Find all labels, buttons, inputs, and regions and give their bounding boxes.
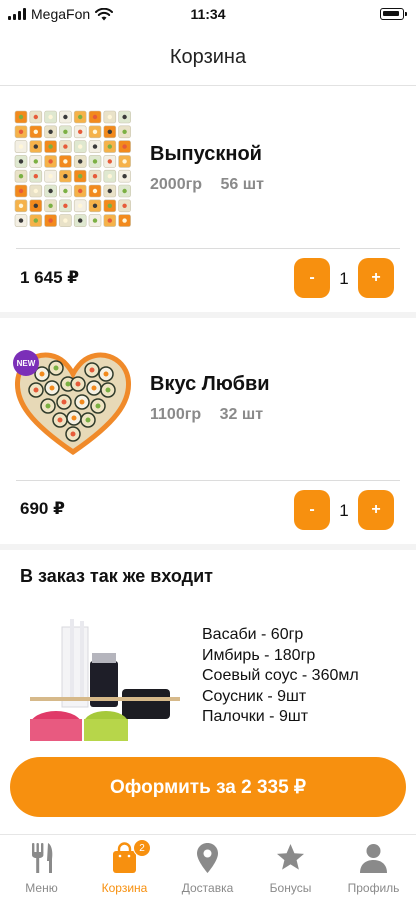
product-meta: 2000гр 56 шт: [150, 176, 278, 194]
extras-list: Васаби - 60гр Имбирь - 180гр Соевый соус…: [202, 625, 359, 728]
divider: [16, 248, 400, 249]
quantity-value: 1: [339, 501, 349, 520]
tab-profile[interactable]: Профиль: [332, 835, 415, 900]
tab-label: Профиль: [347, 881, 400, 895]
extras-image: [0, 615, 190, 741]
quantity-value: 1: [339, 269, 349, 288]
product-meta: 1100гр 32 шт: [150, 406, 277, 424]
cart-count-badge: 2: [133, 839, 151, 857]
tab-label: Меню: [25, 881, 58, 895]
tab-delivery[interactable]: Доставка: [166, 835, 249, 900]
product-name[interactable]: Выпускной: [150, 143, 262, 166]
divider: [16, 480, 400, 481]
decrease-quantity-button[interactable]: -: [294, 258, 330, 298]
new-badge: NEW: [13, 350, 39, 376]
product-pieces: 32 шт: [219, 406, 264, 423]
decrease-quantity-button[interactable]: -: [294, 490, 330, 530]
section-separator: [0, 544, 416, 550]
product-name[interactable]: Вкус Любви: [150, 373, 270, 396]
extras-item: Васаби - 60гр: [202, 626, 304, 643]
star-icon: [277, 844, 304, 870]
extras-item: Соусник - 9шт: [202, 687, 307, 705]
product-weight: 2000гр: [150, 176, 203, 193]
cart-item: NEW Вкус Любви 1100гр 32 шт 690 ₽ - 1 +: [0, 318, 416, 546]
tab-label: Корзина: [101, 881, 148, 895]
battery-icon: [380, 8, 407, 20]
location-pin-icon: [197, 843, 218, 873]
item-price: 690 ₽: [20, 499, 65, 518]
nav-header: Корзина: [0, 30, 416, 86]
product-pieces: 56 шт: [220, 176, 264, 193]
status-bar: MegaFon 11:34: [0, 0, 416, 30]
tab-bonuses[interactable]: Бонусы: [249, 835, 332, 900]
increase-quantity-button[interactable]: +: [358, 490, 394, 530]
status-time: 11:34: [190, 6, 226, 22]
tab-label: Доставка: [181, 881, 234, 895]
extras-item: Палочки - 9шт: [202, 708, 309, 725]
cart-item: Выпускной 2000гр 56 шт 1 645 ₽ - 1 +: [0, 86, 416, 316]
tab-bar: Меню 2 Корзина Доставка Бонусы Профиль: [0, 834, 416, 900]
product-image[interactable]: [12, 108, 134, 230]
extras-item: Имбирь - 180гр: [202, 646, 316, 664]
extras-title: В заказ так же входит: [20, 566, 213, 586]
tab-label: Бонусы: [269, 881, 312, 895]
fork-knife-icon: [32, 843, 53, 873]
increase-quantity-button[interactable]: +: [358, 258, 394, 298]
extras-item: Соевый соус - 360мл: [202, 667, 359, 684]
person-icon: [360, 844, 387, 873]
product-weight: 1100гр: [150, 406, 202, 423]
checkout-button[interactable]: Оформить за 2 335 ₽: [10, 757, 406, 817]
tab-menu[interactable]: Меню: [0, 835, 83, 900]
tab-cart[interactable]: 2 Корзина: [83, 835, 166, 900]
page-title: Корзина: [169, 46, 247, 68]
item-price: 1 645 ₽: [20, 268, 80, 287]
